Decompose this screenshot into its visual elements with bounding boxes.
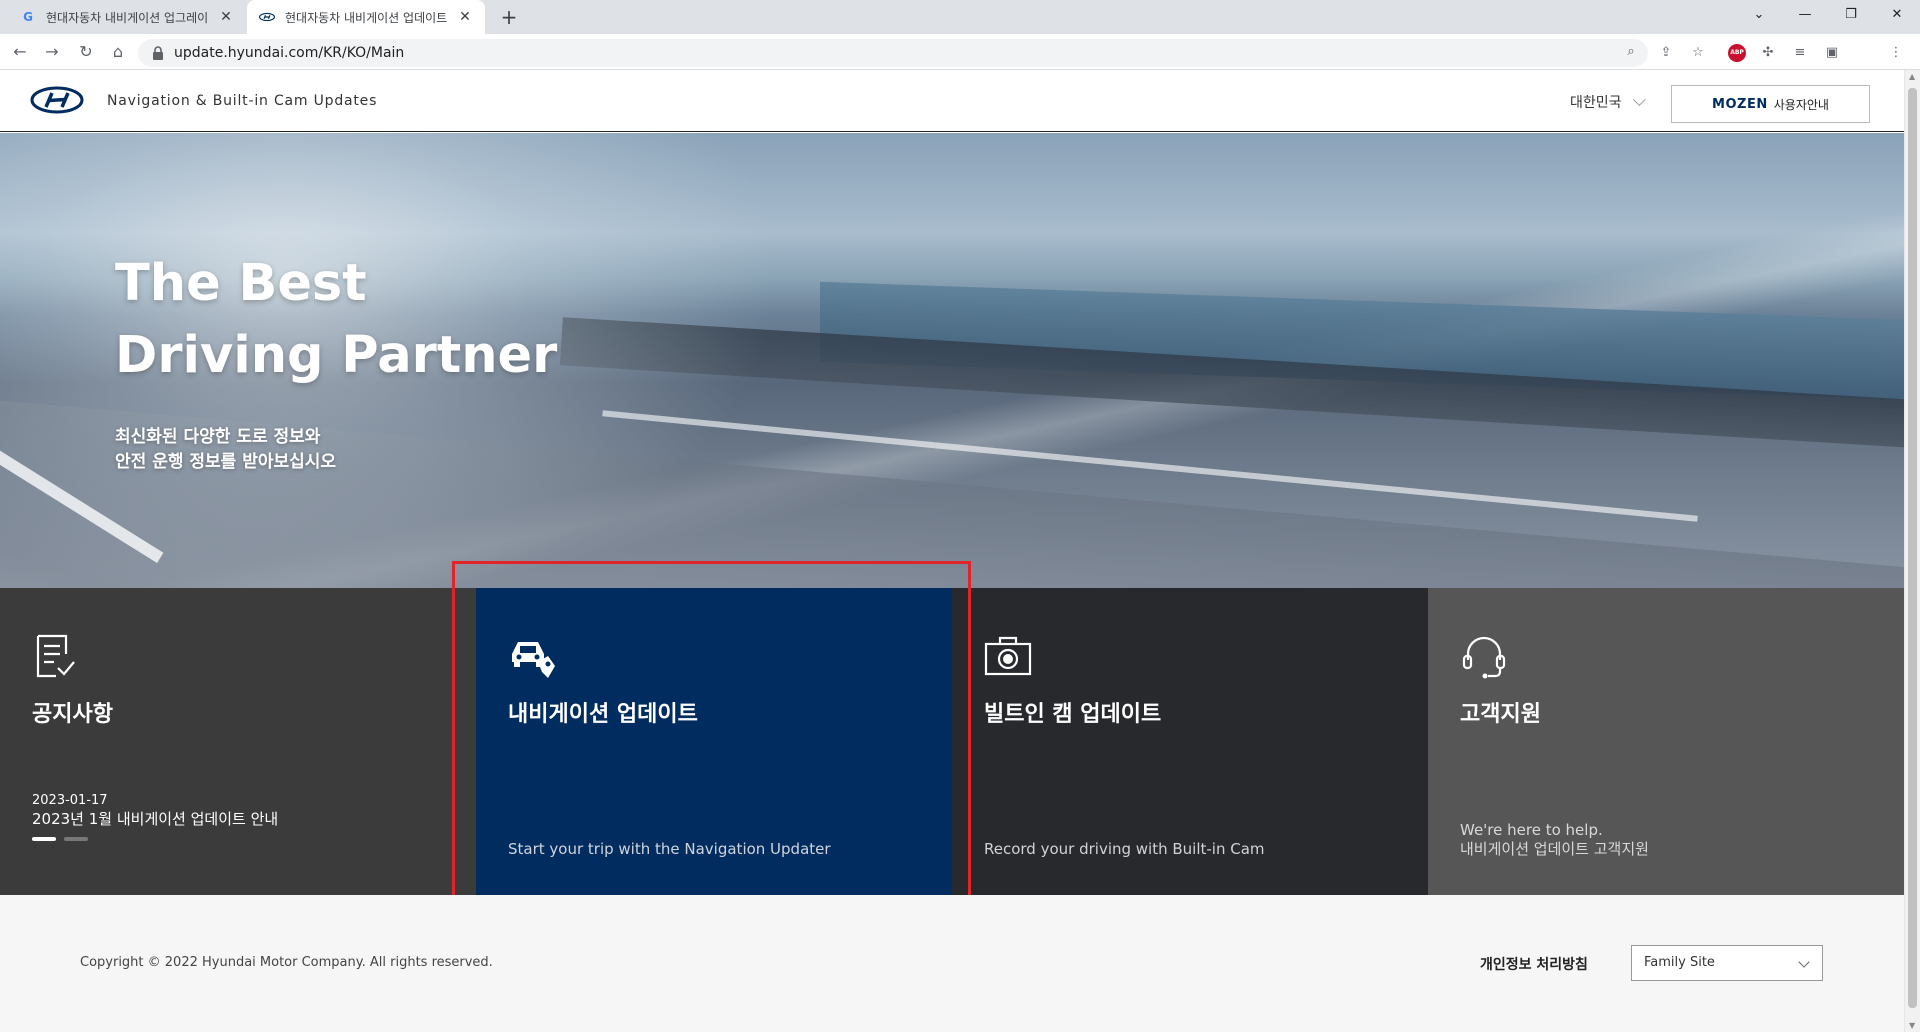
support-sub-line-2: 내비게이션 업데이트 고객지원 [1460, 840, 1649, 858]
close-window-icon[interactable]: ✕ [1874, 0, 1920, 30]
tab-title: 현대자동차 내비게이션 업그레이 [46, 10, 209, 25]
google-favicon-icon: G [23, 10, 33, 24]
browser-tab-2[interactable]: 현대자동차 내비게이션 업데이트 ✕ [247, 0, 485, 34]
site-footer: Copyright © 2022 Hyundai Motor Company. … [0, 895, 1904, 1032]
tab-title: 현대자동차 내비게이션 업데이트 [285, 10, 448, 25]
headset-icon [1462, 636, 1506, 679]
back-icon[interactable]: ← [8, 40, 32, 64]
builtin-cam-title: 빌트인 캠 업데이트 [984, 702, 1162, 727]
navigation-update-tile[interactable]: 내비게이션 업데이트 Start your trip with the Navi… [476, 588, 952, 895]
customer-support-subtitle: We're here to help. 내비게이션 업데이트 고객지원 [1460, 821, 1649, 859]
copyright-text: Copyright © 2022 Hyundai Motor Company. … [80, 955, 493, 970]
page-scrollbar[interactable]: ▲ ▼ [1904, 70, 1920, 1032]
close-tab-icon[interactable]: ✕ [457, 9, 473, 25]
car-map-icon [512, 642, 555, 678]
support-sub-line-1: We're here to help. [1460, 821, 1603, 839]
region-label: 대한민국 [1570, 95, 1622, 111]
reload-icon[interactable]: ↻ [74, 40, 98, 64]
hero-desc-line-2: 안전 운행 정보를 받아보십시오 [115, 452, 337, 472]
address-bar-row: ← → ↻ ⌂ update.hyundai.com/KR/KO/Main ⌕ … [0, 34, 1920, 70]
more-menu-icon[interactable]: ⋮ [1886, 43, 1906, 63]
minimize-icon[interactable]: — [1782, 0, 1828, 30]
lock-icon [153, 46, 163, 60]
url-text[interactable]: update.hyundai.com/KR/KO/Main [174, 45, 404, 61]
hyundai-favicon-icon [259, 9, 275, 25]
hero-title-line-1: The Best [115, 254, 367, 313]
scroll-up-icon[interactable]: ▲ [1909, 72, 1915, 81]
service-tiles: 공지사항 2023-01-17 2023년 1월 내비게이션 업데이트 안내 내… [0, 588, 1904, 895]
navigation-update-subtitle: Start your trip with the Navigation Upda… [508, 840, 831, 858]
site-header: Navigation & Built-in Cam Updates 대한민국 M… [0, 70, 1904, 132]
notice-date: 2023-01-17 [32, 793, 108, 808]
hero-title-line-2: Driving Partner [115, 326, 558, 385]
hero-desc-line-1: 최신화된 다양한 도로 정보와 [115, 427, 321, 447]
extensions-puzzle-icon[interactable]: ✣ [1758, 43, 1778, 63]
share-icon[interactable]: ⇪ [1656, 43, 1676, 63]
browser-tab-1[interactable]: G 현대자동차 내비게이션 업그레이 ✕ [8, 0, 246, 34]
notice-title: 공지사항 [32, 702, 113, 727]
omnibox[interactable]: update.hyundai.com/KR/KO/Main [138, 39, 1648, 67]
hero-banner: The Best Driving Partner 최신화된 다양한 도로 정보와… [0, 133, 1904, 588]
bookmark-star-icon[interactable]: ☆ [1688, 43, 1708, 63]
customer-support-title: 고객지원 [1460, 702, 1541, 727]
hero-title: The Best Driving Partner [115, 248, 557, 392]
side-panel-icon[interactable]: ▣ [1822, 43, 1842, 63]
notice-document-icon [36, 634, 75, 678]
scrollbar-thumb[interactable] [1908, 88, 1917, 1008]
navigation-update-title: 내비게이션 업데이트 [508, 702, 698, 727]
pagination-dot-active[interactable] [32, 837, 56, 841]
hero-description: 최신화된 다양한 도로 정보와 안전 운행 정보를 받아보십시오 [115, 425, 336, 475]
home-icon[interactable]: ⌂ [106, 40, 130, 64]
camera-icon [984, 636, 1032, 676]
forward-icon[interactable]: → [40, 40, 64, 64]
notice-headline[interactable]: 2023년 1월 내비게이션 업데이트 안내 [32, 808, 278, 829]
notice-tile[interactable]: 공지사항 2023-01-17 2023년 1월 내비게이션 업데이트 안내 [0, 588, 476, 895]
close-tab-icon[interactable]: ✕ [218, 9, 234, 25]
chevron-down-icon [1798, 956, 1810, 968]
zoom-search-icon[interactable]: ⌕ [1622, 43, 1640, 61]
chevron-down-icon [1632, 93, 1646, 107]
family-site-label: Family Site [1644, 955, 1715, 970]
restore-icon[interactable]: ❐ [1828, 0, 1874, 30]
hyundai-logo-icon[interactable] [30, 86, 84, 114]
mozen-guide-label: 사용자안내 [1773, 97, 1829, 112]
scroll-down-icon[interactable]: ▼ [1909, 1021, 1915, 1030]
customer-support-tile[interactable]: 고객지원 We're here to help. 내비게이션 업데이트 고객지원 [1428, 588, 1904, 895]
tab-search-icon[interactable]: ⌄ [1736, 0, 1782, 30]
new-tab-button[interactable]: + [496, 4, 522, 30]
pagination-dot[interactable] [64, 837, 88, 841]
site-subtitle: Navigation & Built-in Cam Updates [107, 93, 378, 109]
reading-list-icon[interactable]: ≡ [1790, 43, 1810, 63]
notice-pagination [32, 837, 96, 841]
privacy-policy-link[interactable]: 개인정보 처리방침 [1480, 954, 1588, 974]
mozen-guide-button[interactable]: MOZEN 사용자안내 [1671, 85, 1870, 123]
family-site-select[interactable]: Family Site [1631, 945, 1823, 981]
browser-tab-bar: G 현대자동차 내비게이션 업그레이 ✕ 현대자동차 내비게이션 업데이트 ✕ … [0, 0, 1920, 34]
adblock-icon[interactable]: ABP [1728, 44, 1746, 62]
mozen-brand: MOZEN [1712, 96, 1768, 112]
region-selector[interactable]: 대한민국 [1570, 92, 1646, 112]
builtin-cam-subtitle: Record your driving with Built-in Cam [984, 840, 1265, 858]
builtin-cam-update-tile[interactable]: 빌트인 캠 업데이트 Record your driving with Buil… [952, 588, 1428, 895]
